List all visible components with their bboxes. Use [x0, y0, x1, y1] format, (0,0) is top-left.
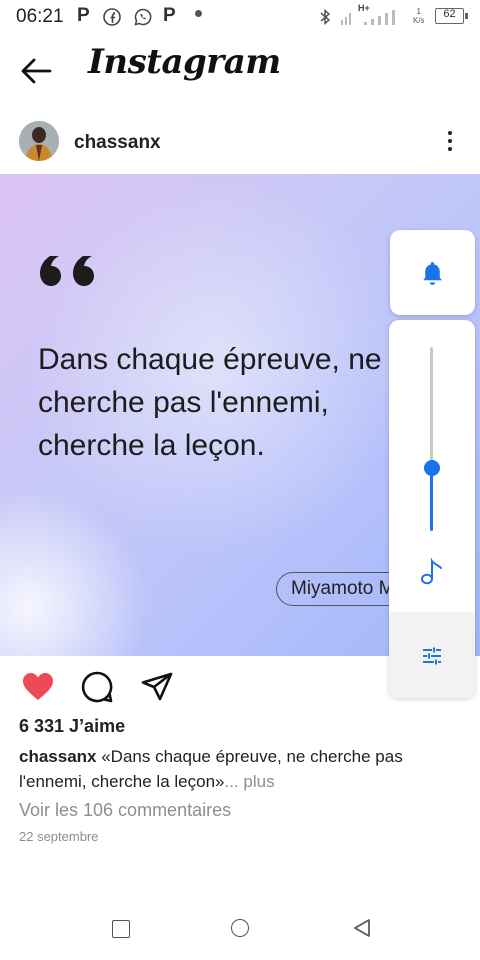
- quote-icon: [40, 256, 94, 286]
- facebook-icon: [103, 8, 121, 26]
- battery-icon: 62: [435, 8, 468, 24]
- more-vertical-icon[interactable]: [442, 128, 458, 156]
- likes-count[interactable]: 6 331 J’aime: [19, 716, 125, 737]
- music-note-icon[interactable]: [420, 558, 444, 586]
- status-bar: 06:21 P P H+ 1 K/s 62: [0, 0, 480, 34]
- more-link[interactable]: ... plus: [224, 772, 274, 791]
- recents-button[interactable]: [112, 920, 130, 938]
- home-button[interactable]: [231, 919, 249, 937]
- notification-dot: [195, 10, 202, 17]
- caption-username[interactable]: chassanx: [19, 747, 97, 766]
- post-date: 22 septembre: [19, 829, 99, 844]
- sliders-icon[interactable]: [422, 647, 442, 665]
- view-comments-link[interactable]: Voir les 106 commentaires: [19, 800, 231, 821]
- volume-slider-thumb[interactable]: [424, 460, 440, 476]
- avatar[interactable]: [19, 121, 59, 161]
- signal1-icon: [341, 13, 351, 25]
- nav-back-icon[interactable]: [352, 918, 372, 938]
- bluetooth-icon: [320, 8, 331, 26]
- volume-track-fill[interactable]: [430, 467, 433, 531]
- avatar-image: [19, 121, 59, 161]
- bell-icon: [423, 262, 442, 285]
- arrow-left-icon[interactable]: [20, 54, 54, 88]
- volume-settings-area: [389, 612, 475, 698]
- status-time: 06:21: [16, 6, 64, 27]
- comment-icon[interactable]: [80, 670, 114, 704]
- caption: chassanx «Dans chaque épreuve, ne cherch…: [19, 744, 459, 794]
- whatsapp-icon: [134, 8, 152, 26]
- battery-level: 62: [443, 8, 456, 20]
- volume-panel: [389, 320, 475, 698]
- post-username[interactable]: chassanx: [74, 132, 161, 154]
- app-p-icon: P: [77, 5, 90, 26]
- ringer-toggle[interactable]: [390, 230, 475, 315]
- app-p2-icon: P: [163, 5, 176, 26]
- net-speed-unit: K/s: [413, 16, 425, 25]
- send-icon[interactable]: [140, 670, 174, 704]
- signal2-icon: [364, 10, 395, 25]
- instagram-logo: Instagram: [88, 42, 281, 82]
- volume-track[interactable]: [430, 347, 433, 467]
- net-speed-value: 1: [416, 7, 421, 16]
- net-speed: 1 K/s: [413, 7, 425, 25]
- heart-icon[interactable]: [21, 670, 55, 704]
